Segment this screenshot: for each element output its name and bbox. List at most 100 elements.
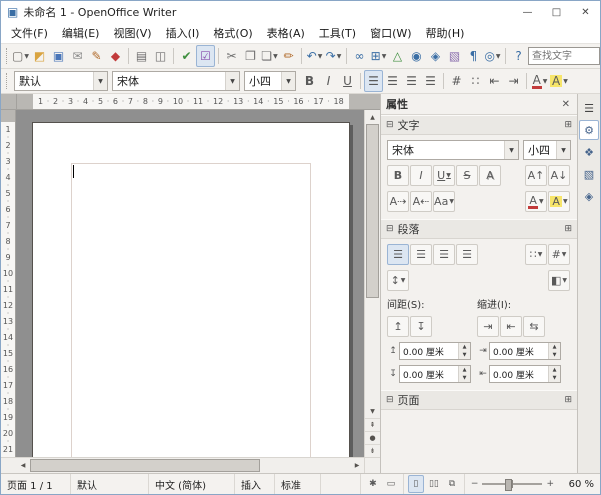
- sidebar-shadow-icon[interactable]: A: [479, 165, 501, 186]
- sidebar-highlighting-color-icon[interactable]: A ▼: [548, 191, 570, 212]
- horizontal-ruler[interactable]: 1 · 2 · 3 · 4 · 5 · 6 · 7 · 8 · 9 · 10 · 11 · 12 · 13 · 14 · 15 · 16 · 1…: [17, 94, 365, 109]
- sidebar-line-spacing-icon[interactable]: ↕ ▼: [387, 270, 409, 291]
- scroll-up-icon[interactable]: ▲: [365, 110, 380, 124]
- menu-table[interactable]: 表格(A): [260, 23, 312, 43]
- chevron-down-icon[interactable]: ▼: [281, 72, 295, 90]
- document-page[interactable]: [32, 122, 350, 457]
- sidebar-bold-icon[interactable]: B: [387, 165, 409, 186]
- sidebar-menu-icon[interactable]: ☰: [579, 98, 599, 118]
- selection-mode-indicator[interactable]: 标准: [275, 474, 321, 494]
- increase-indent-icon[interactable]: ⇥: [504, 70, 523, 92]
- properties-deck-icon[interactable]: ⚙: [579, 120, 599, 140]
- align-center-icon[interactable]: ☰: [383, 70, 402, 92]
- sidebar-shrink-font-icon[interactable]: A↓: [548, 165, 570, 186]
- align-justified-icon[interactable]: ☰: [421, 70, 440, 92]
- spinner-arrows[interactable]: ▲ ▼: [458, 343, 470, 359]
- zoom-slider-handle[interactable]: [505, 479, 513, 491]
- zoom-percent-indicator[interactable]: 60 %: [560, 474, 600, 494]
- sidebar-decrease-char-spacing-icon[interactable]: A⇠: [410, 191, 432, 212]
- collapse-icon[interactable]: ⊟: [386, 120, 394, 130]
- book-view-icon[interactable]: ⧉: [444, 475, 460, 493]
- save-icon[interactable]: ▣: [49, 45, 68, 67]
- auto-spellcheck-icon[interactable]: ☑: [196, 45, 215, 67]
- help-icon[interactable]: ?: [509, 45, 528, 67]
- page-number-indicator[interactable]: 页面 1 / 1: [1, 474, 71, 494]
- undo-icon[interactable]: ↶ ▼: [305, 45, 324, 67]
- digital-signature-icon[interactable]: ▭: [383, 475, 399, 493]
- insert-mode-indicator[interactable]: 插入: [235, 474, 275, 494]
- sidebar-close-icon[interactable]: ✕: [560, 99, 572, 110]
- sidebar-underline-icon[interactable]: U ▼: [433, 165, 455, 186]
- spinner-up-icon[interactable]: ▲: [459, 343, 470, 351]
- spellcheck-icon[interactable]: ✔: [177, 45, 196, 67]
- sidebar-decrease-spacing-icon[interactable]: ↧: [410, 316, 432, 337]
- decrease-indent-icon[interactable]: ⇤: [485, 70, 504, 92]
- find-replace-icon[interactable]: ◉: [407, 45, 426, 67]
- sidebar-font-name-select[interactable]: 宋体 ▼: [387, 140, 519, 160]
- spinner-up-icon[interactable]: ▲: [549, 366, 560, 374]
- navigation-dot-icon[interactable]: ●: [365, 431, 380, 444]
- font-size-select[interactable]: 小四 ▼: [244, 71, 296, 91]
- styles-deck-icon[interactable]: ❖: [579, 142, 599, 162]
- italic-icon[interactable]: I: [319, 70, 338, 92]
- underline-icon[interactable]: U: [338, 70, 357, 92]
- sidebar-numbering-list-icon[interactable]: # ▼: [548, 244, 570, 265]
- hyperlink-icon[interactable]: ∞: [350, 45, 369, 67]
- menu-insert[interactable]: 插入(I): [159, 23, 207, 43]
- document-modified-icon[interactable]: ✱: [365, 475, 381, 493]
- vertical-scroll-thumb[interactable]: [366, 124, 379, 298]
- more-options-icon[interactable]: ⊞: [564, 224, 572, 234]
- sidebar-align-justified-icon[interactable]: ☰: [456, 244, 478, 265]
- zoom-icon[interactable]: ◎ ▼: [483, 45, 502, 67]
- zoom-in-icon[interactable]: +: [546, 479, 554, 489]
- menu-help[interactable]: 帮助(H): [419, 23, 472, 43]
- sidebar-switch-indent-icon[interactable]: ⇆: [523, 316, 545, 337]
- table-icon[interactable]: ⊞ ▼: [369, 45, 388, 67]
- find-text-input[interactable]: [528, 47, 600, 65]
- menu-format[interactable]: 格式(O): [206, 23, 259, 43]
- horizontal-scroll-track[interactable]: [30, 458, 350, 473]
- sidebar-align-right-icon[interactable]: ☰: [433, 244, 455, 265]
- edit-file-icon[interactable]: ✎: [87, 45, 106, 67]
- text-section-header[interactable]: ⊟ 文字 ⊞: [381, 115, 577, 135]
- menu-window[interactable]: 窗口(W): [363, 23, 418, 43]
- chevron-down-icon[interactable]: ▼: [225, 72, 239, 90]
- zoom-slider-track[interactable]: [482, 479, 543, 491]
- close-button[interactable]: ✕: [571, 1, 600, 23]
- align-right-icon[interactable]: ☰: [402, 70, 421, 92]
- print-icon[interactable]: ▤: [132, 45, 151, 67]
- export-pdf-icon[interactable]: ◆: [106, 45, 125, 67]
- email-document-icon[interactable]: ✉: [68, 45, 87, 67]
- scroll-down-icon[interactable]: ▼: [365, 404, 380, 418]
- more-options-icon[interactable]: ⊞: [564, 395, 572, 405]
- gallery-deck-icon[interactable]: ▧: [579, 164, 599, 184]
- scroll-right-icon[interactable]: ▶: [350, 458, 364, 473]
- sidebar-increase-spacing-icon[interactable]: ↥: [387, 316, 409, 337]
- zoom-slider[interactable]: − +: [465, 474, 560, 494]
- highlighting-color-icon[interactable]: A ▼: [549, 70, 569, 92]
- spinner-down-icon[interactable]: ▼: [549, 351, 560, 359]
- single-page-view-icon[interactable]: ▯: [407, 475, 424, 493]
- sidebar-paragraph-background-color-icon[interactable]: ◧ ▼: [548, 270, 570, 291]
- menu-view[interactable]: 视图(V): [106, 23, 158, 43]
- chevron-down-icon[interactable]: ▼: [504, 141, 518, 159]
- spinner-arrows[interactable]: ▲ ▼: [548, 366, 560, 382]
- spacing-below-input[interactable]: 0.00 厘米 ▲ ▼: [399, 365, 471, 383]
- draw-functions-icon[interactable]: △: [388, 45, 407, 67]
- previous-page-icon[interactable]: ⇞: [365, 418, 380, 431]
- toolbar-grip[interactable]: [6, 73, 10, 89]
- minimize-button[interactable]: —: [513, 1, 542, 23]
- sidebar-increase-indent-icon[interactable]: ⇥: [477, 316, 499, 337]
- vertical-ruler[interactable]: 1 · 2 · 3 · 4 · 5 · 6 · 7 · 8 · 9 · 10 · 11 · 12 · 13 · 14 · 15 · 16 · 1…: [1, 110, 16, 458]
- maximize-button[interactable]: □: [542, 1, 571, 23]
- indent-before-input[interactable]: 0.00 厘米 ▲ ▼: [489, 342, 561, 360]
- zoom-out-icon[interactable]: −: [471, 479, 479, 489]
- gallery-icon[interactable]: ▧: [445, 45, 464, 67]
- spinner-down-icon[interactable]: ▼: [459, 351, 470, 359]
- sidebar-italic-icon[interactable]: I: [410, 165, 432, 186]
- font-name-select[interactable]: 宋体 ▼: [112, 71, 240, 91]
- paste-icon[interactable]: ❏ ▼: [260, 45, 279, 67]
- vertical-scroll-track[interactable]: [365, 124, 380, 404]
- cut-icon[interactable]: ✂: [222, 45, 241, 67]
- bullet-list-icon[interactable]: ∷: [466, 70, 485, 92]
